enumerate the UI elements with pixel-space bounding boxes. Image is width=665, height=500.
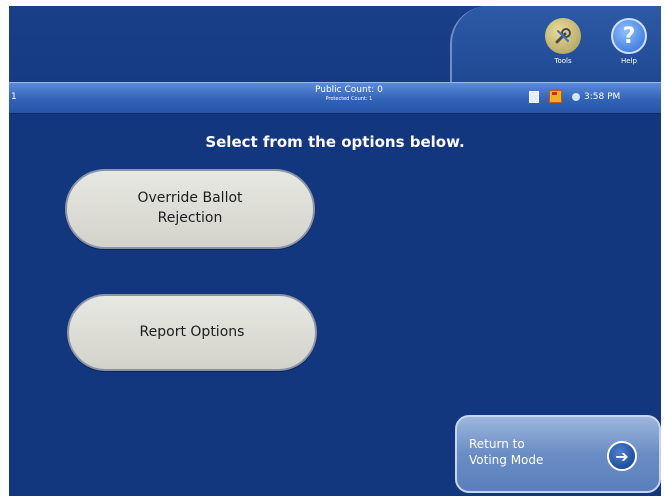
help-label: Help xyxy=(621,57,637,65)
public-count: Public Count: 0 xyxy=(315,85,383,95)
network-icon xyxy=(572,92,580,101)
override-ballot-rejection-label: Override Ballot Rejection xyxy=(137,190,243,226)
tool-panel: Tools ? Help xyxy=(450,6,661,86)
help-icon: ? xyxy=(611,18,647,54)
arrow-right-icon: ➔ xyxy=(607,441,637,471)
return-label: Return to Voting Mode xyxy=(469,437,543,468)
question-mark-glyph: ? xyxy=(622,23,636,49)
report-options-button[interactable]: Report Options xyxy=(67,294,317,371)
status-bar: 1 Public Count: 0 Protected Count: 1 3:5… xyxy=(9,82,661,114)
override-ballot-rejection-button[interactable]: Override Ballot Rejection xyxy=(65,169,315,249)
wrench-icon xyxy=(555,28,571,44)
ballot-counts: Public Count: 0 Protected Count: 1 xyxy=(315,86,383,102)
help-button[interactable]: ? Help xyxy=(606,18,652,65)
document-icon xyxy=(529,90,539,103)
return-to-voting-mode-button[interactable]: Return to Voting Mode ➔ xyxy=(455,415,661,493)
report-options-label: Report Options xyxy=(139,323,245,340)
save-disk-icon xyxy=(549,90,562,103)
tools-label: Tools xyxy=(554,57,572,65)
status-left-text: 1 xyxy=(11,92,17,102)
voting-machine-screen: Tools ? Help 1 Public Count: 0 Protected… xyxy=(9,6,661,496)
clock: 3:58 PM xyxy=(584,91,621,102)
tools-icon xyxy=(545,18,581,54)
return-label-line1: Return to xyxy=(469,437,525,451)
instruction-text: Select from the options below. xyxy=(205,133,465,151)
status-icons: 3:58 PM xyxy=(529,90,620,103)
tools-button[interactable]: Tools xyxy=(540,18,586,65)
return-label-line2: Voting Mode xyxy=(469,452,544,467)
protected-count: Protected Count: 1 xyxy=(325,96,373,102)
